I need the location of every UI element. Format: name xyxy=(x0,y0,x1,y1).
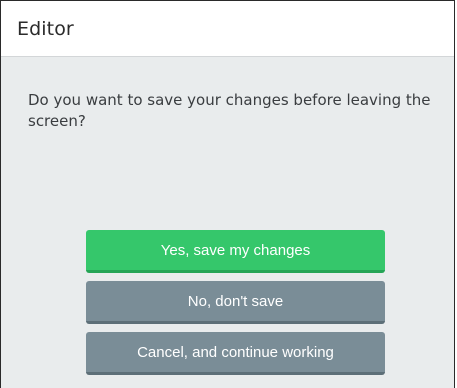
dialog-message: Do you want to save your changes before … xyxy=(28,91,431,130)
save-changes-button[interactable]: Yes, save my changes xyxy=(86,230,385,273)
save-changes-dialog: Editor Do you want to save your changes … xyxy=(0,0,455,388)
dialog-body: Do you want to save your changes before … xyxy=(1,57,454,388)
dialog-header: Editor xyxy=(1,1,454,57)
dont-save-button[interactable]: No, don't save xyxy=(86,281,385,324)
save-changes-button-label: Yes, save my changes xyxy=(160,241,311,259)
dont-save-button-label: No, don't save xyxy=(187,292,284,310)
cancel-button[interactable]: Cancel, and continue working xyxy=(86,332,385,375)
cancel-button-label: Cancel, and continue working xyxy=(137,343,334,361)
dialog-title: Editor xyxy=(17,17,74,40)
